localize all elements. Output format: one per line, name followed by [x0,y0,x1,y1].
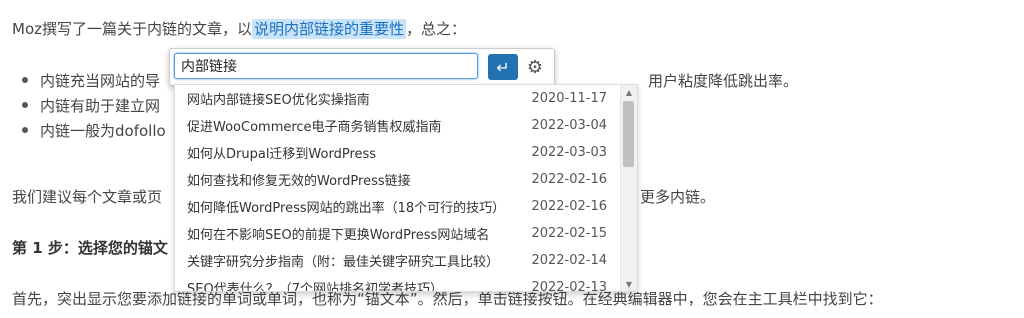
gear-icon: ⚙ [526,56,544,78]
paragraph-2-end: 更多内链。 [640,188,716,206]
bullet-2-text: 内链有助于建立网 [40,97,161,115]
paragraph-3-part-a: 首先，突出显示您要添加链接的单词或单词，也称为 [12,290,358,308]
suggestion-title: 促进WooCommerce电子商务销售权威指南 [187,120,442,135]
suggestion-date: 2022-02-16 [531,199,607,214]
paragraph-2-start: 我们建议每个文章或页 [12,188,163,206]
bullet-dot-icon [22,126,28,133]
anchor-text-term: 锚文本 [364,290,410,308]
suggestion-item[interactable]: 如何查找和修复无效的WordPress链接 2022-02-16 [175,166,619,193]
suggestion-title: 网站内部链接SEO优化实操指南 [187,93,370,108]
suggestion-item[interactable]: 如何从Drupal迁移到WordPress 2022-03-03 [175,139,619,166]
bullet-3-text: 内链一般为dofollo [40,122,166,140]
suggestion-date: 2022-03-04 [531,118,607,133]
bullet-dot-icon [22,76,28,83]
link-url-input[interactable] [174,53,478,79]
bullet-item-1: 内链充当网站的导 [22,70,160,91]
intro-paragraph: Moz撰写了一篇关于内链的文章，以 说明内部链接的重要性 ，总之： [12,18,466,39]
suggestion-item[interactable]: SEO代表什么？（7个网站排名初学者技巧） 2022-02-13 [175,274,619,292]
suggestion-title: 如何降低WordPress网站的跳出率（18个可行的技巧） [187,201,506,216]
suggestion-item[interactable]: 促进WooCommerce电子商务销售权威指南 2022-03-04 [175,112,619,139]
bullet-1-text: 内链充当网站的导 [40,72,161,90]
suggestion-title: SEO代表什么？（7个网站排名初学者技巧） [187,282,443,292]
suggestion-title: 如何从Drupal迁移到WordPress [187,147,377,162]
intro-text-before: Moz撰写了一篇关于内链的文章，以 [12,20,252,38]
selected-anchor-text: 说明内部链接的重要性 [252,19,407,39]
scroll-up-arrow-icon[interactable]: ▲ [621,85,637,99]
bullet-item-2: 内链有助于建立网 [22,95,160,116]
bullet-dot-icon [22,101,28,108]
step-heading: 第 1 步：选择您的锚文 [12,239,168,257]
suggestions-scrollbar[interactable]: ▲ ▼ [620,85,637,291]
bullet-item-3: 内链一般为dofollo [22,120,166,141]
suggestion-date: 2022-03-03 [531,145,607,160]
apply-link-button[interactable]: ↵ [488,54,518,80]
scrollbar-thumb[interactable] [623,101,634,167]
enter-icon: ↵ [496,57,510,77]
link-suggestions-list: 网站内部链接SEO优化实操指南 2020-11-17 促进WooCommerce电… [174,84,638,292]
suggestion-title: 关键字研究分步指南（附：最佳关键字研究工具比较） [187,255,500,270]
suggestion-date: 2020-11-17 [531,91,607,106]
suggestion-item[interactable]: 如何在不影响SEO的前提下更换WordPress网站域名 2022-02-15 [175,220,619,247]
scroll-down-arrow-icon[interactable]: ▼ [621,277,637,291]
suggestion-item[interactable]: 如何降低WordPress网站的跳出率（18个可行的技巧） 2022-02-16 [175,193,619,220]
suggestion-date: 2022-02-14 [531,253,607,268]
suggestion-item[interactable]: 网站内部链接SEO优化实操指南 2020-11-17 [175,85,619,112]
paragraph-3-part-c: 。然后，单击链接按钮。在经典编辑器中，您会在主工具栏中找到它： [417,290,883,308]
inline-link-dialog: ↵ ⚙ [169,48,555,86]
suggestion-item[interactable]: 关键字研究分步指南（附：最佳关键字研究工具比较） 2022-02-14 [175,247,619,274]
suggestion-date: 2022-02-15 [531,226,607,241]
intro-text-after: ，总之： [406,20,467,38]
suggestion-title: 如何在不影响SEO的前提下更换WordPress网站域名 [187,228,490,243]
suggestion-date: 2022-02-13 [531,280,607,292]
suggestion-title: 如何查找和修复无效的WordPress链接 [187,174,411,189]
link-options-button[interactable]: ⚙ [522,54,548,80]
suggestion-date: 2022-02-16 [531,172,607,187]
bullet-1-text-end: 用户粘度降低跳出率。 [648,72,799,90]
